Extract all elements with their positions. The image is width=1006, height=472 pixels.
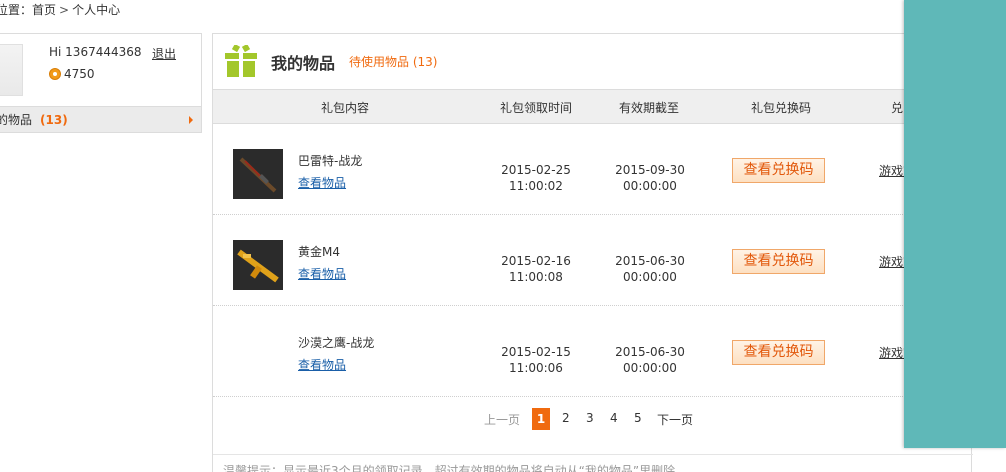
received-date: 2015-02-16	[501, 254, 571, 268]
received-time: 2015-02-25 11:00:02	[491, 162, 581, 194]
points: 4750	[49, 67, 95, 81]
pending-items-tab[interactable]: 待使用物品 (13)	[349, 53, 437, 70]
page-1-button[interactable]: 1	[532, 408, 550, 430]
column-header-received-time: 礼包领取时间	[500, 101, 573, 115]
avatar	[0, 44, 23, 96]
coin-icon	[49, 68, 61, 80]
view-code-button[interactable]: 查看兑换码	[732, 249, 825, 274]
breadcrumb-home[interactable]: 首页	[32, 3, 56, 17]
breadcrumb-current: 个人中心	[72, 3, 121, 17]
expire-date: 2015-09-30	[615, 163, 685, 177]
received-date: 2015-02-25	[501, 163, 571, 177]
page-3-button[interactable]: 3	[586, 411, 594, 425]
view-code-button[interactable]: 查看兑换码	[732, 158, 825, 183]
received-clock: 11:00:08	[509, 270, 563, 284]
expire-time: 2015-06-30 00:00:00	[605, 344, 695, 376]
view-item-link[interactable]: 查看物品	[298, 356, 346, 373]
breadcrumb: 位置：首页 > 个人中心	[0, 1, 120, 18]
table-row: 沙漠之鹰-战龙 查看物品 2015-02-15 11:00:06 2015-06…	[213, 306, 971, 397]
panel-header: 我的物品 待使用物品 (13)	[213, 34, 971, 90]
divider	[213, 454, 973, 455]
sidebar-item-my-items[interactable]: 的物品 (13)	[0, 106, 201, 132]
received-time: 2015-02-16 11:00:08	[491, 253, 581, 285]
page-4-button[interactable]: 4	[610, 411, 618, 425]
my-items-panel: 我的物品 待使用物品 (13) 礼包内容 礼包领取时间 有效期截至 礼包兑换码 …	[212, 33, 973, 472]
tip-text: 温馨提示：显示最近3个月的领取记录，超过有效期的物品将自动从“我的物品”里删除	[223, 464, 676, 472]
item-name: 巴雷特-战龙	[298, 154, 363, 168]
received-date: 2015-02-15	[501, 345, 571, 359]
view-item-link[interactable]: 查看物品	[298, 265, 346, 282]
overlay-side-panel	[904, 0, 1006, 448]
table-row: 巴雷特-战龙 查看物品 2015-02-25 11:00:02 2015-09-…	[213, 124, 971, 215]
column-header-content: 礼包内容	[321, 101, 370, 115]
points-value: 4750	[64, 67, 95, 81]
received-time: 2015-02-15 11:00:06	[491, 344, 581, 376]
item-name: 沙漠之鹰-战龙	[298, 336, 375, 350]
chevron-right-icon	[189, 116, 193, 124]
column-header-expire: 有效期截至	[619, 101, 680, 115]
item-name: 黄金M4	[298, 245, 340, 259]
prev-page-button[interactable]: 上一页	[484, 411, 520, 428]
expire-clock: 00:00:00	[623, 361, 677, 375]
expire-time: 2015-09-30 00:00:00	[605, 162, 695, 194]
expire-clock: 00:00:00	[623, 270, 677, 284]
expire-date: 2015-06-30	[615, 345, 685, 359]
next-page-button[interactable]: 下一页	[657, 411, 693, 428]
user-greeting: Hi 1367444368	[49, 45, 142, 59]
expire-time: 2015-06-30 00:00:00	[605, 253, 695, 285]
view-item-link[interactable]: 查看物品	[298, 174, 346, 191]
gift-icon	[225, 43, 257, 79]
user-panel: Hi 1367444368 退出 4750 的物品 (13)	[0, 33, 202, 133]
column-header-redeem: 兑	[891, 101, 904, 115]
logout-link[interactable]: 退出	[152, 45, 176, 62]
view-code-button[interactable]: 查看兑换码	[732, 340, 825, 365]
gold-rifle-icon	[233, 240, 283, 290]
page-5-button[interactable]: 5	[634, 411, 642, 425]
breadcrumb-prefix: 位置：	[0, 3, 33, 17]
breadcrumb-separator: >	[59, 3, 70, 17]
sidebar-item-label: 的物品	[0, 113, 33, 127]
sidebar-item-count: (13)	[40, 112, 68, 127]
sniper-rifle-icon	[233, 149, 283, 199]
page-title: 我的物品	[271, 53, 336, 73]
received-clock: 11:00:06	[509, 361, 563, 375]
expire-clock: 00:00:00	[623, 179, 677, 193]
table-row: 黄金M4 查看物品 2015-02-16 11:00:08 2015-06-30…	[213, 215, 971, 306]
received-clock: 11:00:02	[509, 179, 563, 193]
pagination: 上一页 1 2 3 4 5 下一页	[213, 408, 973, 432]
page-2-button[interactable]: 2	[562, 411, 570, 425]
expire-date: 2015-06-30	[615, 254, 685, 268]
table-header: 礼包内容 礼包领取时间 有效期截至 礼包兑换码 兑	[213, 90, 971, 124]
column-header-code: 礼包兑换码	[751, 101, 812, 115]
